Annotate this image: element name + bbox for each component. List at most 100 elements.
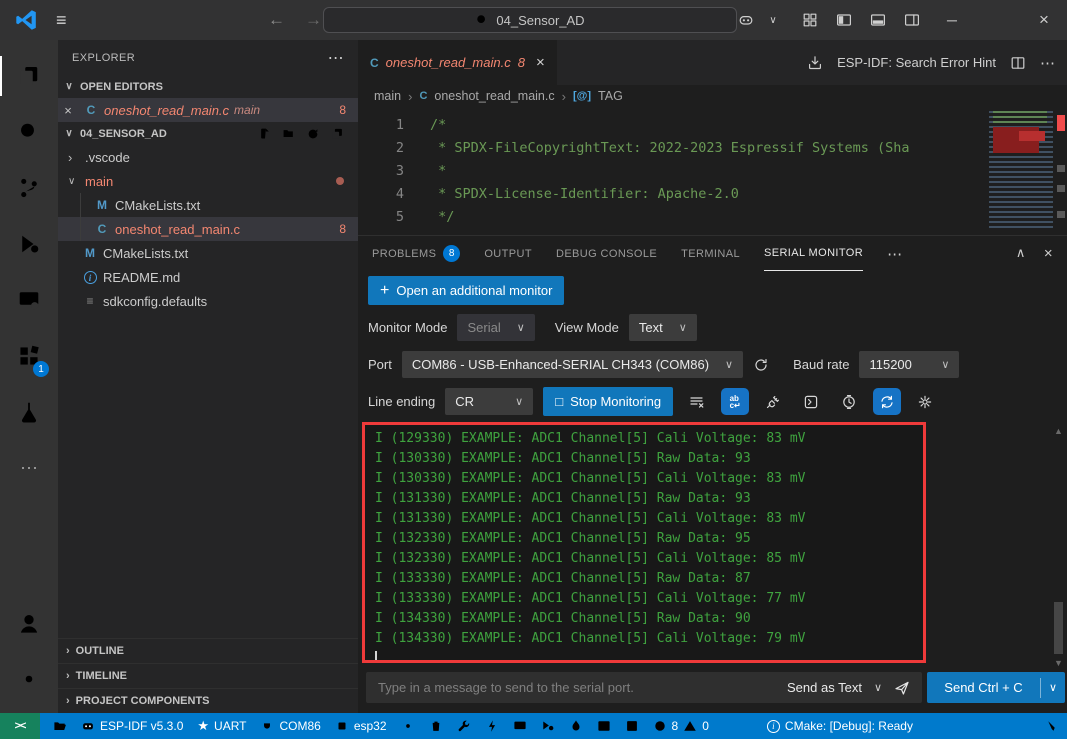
tab-problems[interactable]: PROBLEMS 8 [372, 236, 460, 271]
breadcrumb-file[interactable]: oneshot_read_main.c [434, 89, 554, 103]
section-outline[interactable]: › OUTLINE [58, 638, 358, 663]
serial-message-input[interactable]: Type in a message to send to the serial … [366, 672, 922, 703]
view-mode-select[interactable]: Text ∨ [629, 314, 697, 341]
monitor-settings-gear-icon[interactable] [911, 388, 939, 415]
tree-item-cmakelists-main[interactable]: M CMakeLists.txt [58, 193, 358, 217]
close-editor-icon[interactable]: × [58, 103, 78, 118]
clear-output-icon[interactable] [683, 388, 711, 415]
toggle-sidebar-icon[interactable] [827, 0, 861, 40]
run-debug-icon[interactable] [0, 216, 58, 272]
tree-item-vscode[interactable]: › .vscode [58, 145, 358, 169]
menu-hamburger-icon[interactable]: ≡ [56, 10, 67, 31]
tab-serial-monitor[interactable]: SERIAL MONITOR [764, 236, 863, 271]
panel-scrollbar[interactable]: ▲ ▼ [1052, 426, 1065, 668]
toggle-panel-icon[interactable] [861, 0, 895, 40]
remote-explorer-icon[interactable] [0, 272, 58, 328]
customize-layout-icon[interactable] [793, 0, 827, 40]
scroll-down-icon[interactable]: ▼ [1054, 658, 1063, 668]
close-tab-icon[interactable]: × [536, 54, 545, 71]
chevron-down-icon[interactable]: ∨ [1041, 681, 1065, 694]
flash-method[interactable]: ★ UART [190, 713, 253, 739]
terminal-icon[interactable] [590, 713, 618, 739]
section-timeline[interactable]: › TIMELINE [58, 663, 358, 688]
tab-terminal[interactable]: TERMINAL [681, 236, 740, 271]
breadcrumb-main[interactable]: main [374, 89, 401, 103]
copilot-icon[interactable] [729, 0, 763, 40]
split-editor-icon[interactable] [1010, 55, 1026, 71]
port-select[interactable]: COM86 - USB-Enhanced-SERIAL CH343 (COM86… [402, 351, 743, 378]
new-file-icon[interactable] [258, 127, 272, 141]
search-error-hint-label[interactable]: ESP-IDF: Search Error Hint [837, 55, 996, 70]
new-folder-icon[interactable] [282, 127, 296, 141]
copilot-chevron-icon[interactable]: ∨ [763, 0, 783, 40]
tree-item-main-c[interactable]: C oneshot_read_main.c 8 [58, 217, 358, 241]
send-mode-icon[interactable]: abc↵ [721, 388, 749, 415]
tools-icon[interactable] [1036, 713, 1067, 739]
explorer-icon[interactable] [0, 48, 58, 104]
testing-icon[interactable] [0, 384, 58, 440]
scrollbar-thumb[interactable] [1054, 602, 1063, 654]
open-editor-item[interactable]: × C oneshot_read_main.c main 8 [58, 98, 358, 122]
send-plane-icon[interactable] [894, 680, 910, 696]
open-editors-header[interactable]: ∨ OPEN EDITORS [58, 75, 358, 98]
stop-monitoring-button[interactable]: □ Stop Monitoring [543, 387, 673, 416]
minimap[interactable] [989, 111, 1053, 229]
source-control-icon[interactable] [0, 160, 58, 216]
launch-arrow-box-icon[interactable] [618, 713, 646, 739]
auto-scroll-icon[interactable] [873, 388, 901, 415]
explorer-more-icon[interactable]: ⋯ [328, 48, 344, 68]
flash-bolt-icon[interactable] [478, 713, 506, 739]
extensions-icon[interactable]: 1 [0, 328, 58, 384]
cmake-status[interactable]: i CMake: [Debug]: Ready [760, 713, 920, 739]
tab-debug-console[interactable]: DEBUG CONSOLE [556, 236, 657, 271]
open-folder-icon[interactable] [46, 713, 74, 739]
chevron-down-icon[interactable]: ∨ [874, 681, 882, 694]
send-as-select[interactable]: Send as Text [787, 680, 862, 695]
build-wrench-icon[interactable] [450, 713, 478, 739]
panel-maximize-icon[interactable]: ∧ [1016, 245, 1026, 262]
debug-icon[interactable] [534, 713, 562, 739]
plug-disconnect-icon[interactable] [759, 388, 787, 415]
device-target[interactable]: esp32 [328, 713, 394, 739]
panel-more-icon[interactable]: ⋯ [887, 245, 902, 263]
output-console-icon[interactable] [797, 388, 825, 415]
breadcrumb-symbol[interactable]: TAG [598, 89, 623, 103]
minimize-button[interactable]: ─ [929, 0, 975, 40]
scroll-up-icon[interactable]: ▲ [1054, 426, 1063, 436]
tab-output[interactable]: OUTPUT [484, 236, 532, 271]
espidf-version[interactable]: ESP-IDF v5.3.0 [74, 713, 190, 739]
forward-arrow-icon[interactable]: → [305, 10, 322, 30]
open-additional-monitor-button[interactable]: + Open an additional monitor [368, 276, 564, 305]
monitor-icon[interactable] [506, 713, 534, 739]
monitor-mode-select[interactable]: Serial ∨ [457, 314, 534, 341]
sdk-config-gear-icon[interactable] [394, 713, 422, 739]
refresh-ports-icon[interactable] [753, 357, 769, 373]
panel-close-icon[interactable]: × [1044, 245, 1053, 262]
settings-gear-icon[interactable] [0, 651, 58, 707]
code-editor[interactable]: 1/* 2 * SPDX-FileCopyrightText: 2022-202… [358, 107, 1067, 235]
remote-indicator[interactable]: >< [0, 713, 40, 739]
maximize-button[interactable] [975, 0, 1021, 40]
tree-item-readme[interactable]: i README.md [58, 265, 358, 289]
close-button[interactable]: × [1021, 0, 1067, 40]
problems-summary[interactable]: 8 0 [646, 713, 716, 739]
back-arrow-icon[interactable]: ← [268, 10, 285, 30]
full-clean-trash-icon[interactable] [422, 713, 450, 739]
toggle-secondary-sidebar-icon[interactable] [895, 0, 929, 40]
line-ending-select[interactable]: CR ∨ [445, 388, 533, 415]
account-icon[interactable] [0, 595, 58, 651]
search-sidebar-icon[interactable] [0, 104, 58, 160]
workspace-header[interactable]: ∨ 04_SENSOR_AD [58, 122, 358, 145]
tree-item-main[interactable]: ∨ main [58, 169, 358, 193]
collapse-all-icon[interactable] [330, 127, 344, 141]
search-error-hint-icon[interactable] [807, 55, 823, 71]
tree-item-cmakelists-root[interactable]: M CMakeLists.txt [58, 241, 358, 265]
command-center-search[interactable]: 04_Sensor_AD [323, 7, 737, 33]
tab-oneshot-read-main[interactable]: C oneshot_read_main.c 8 × [358, 40, 557, 85]
section-project-components[interactable]: › PROJECT COMPONENTS [58, 688, 358, 713]
editor-more-icon[interactable]: ⋯ [1040, 54, 1055, 72]
timestamp-icon[interactable] [835, 388, 863, 415]
serial-port[interactable]: COM86 [253, 713, 327, 739]
send-ctrl-c-button[interactable]: Send Ctrl + C ∨ [927, 672, 1065, 703]
tree-item-sdkconfig[interactable]: ≡ sdkconfig.defaults [58, 289, 358, 313]
